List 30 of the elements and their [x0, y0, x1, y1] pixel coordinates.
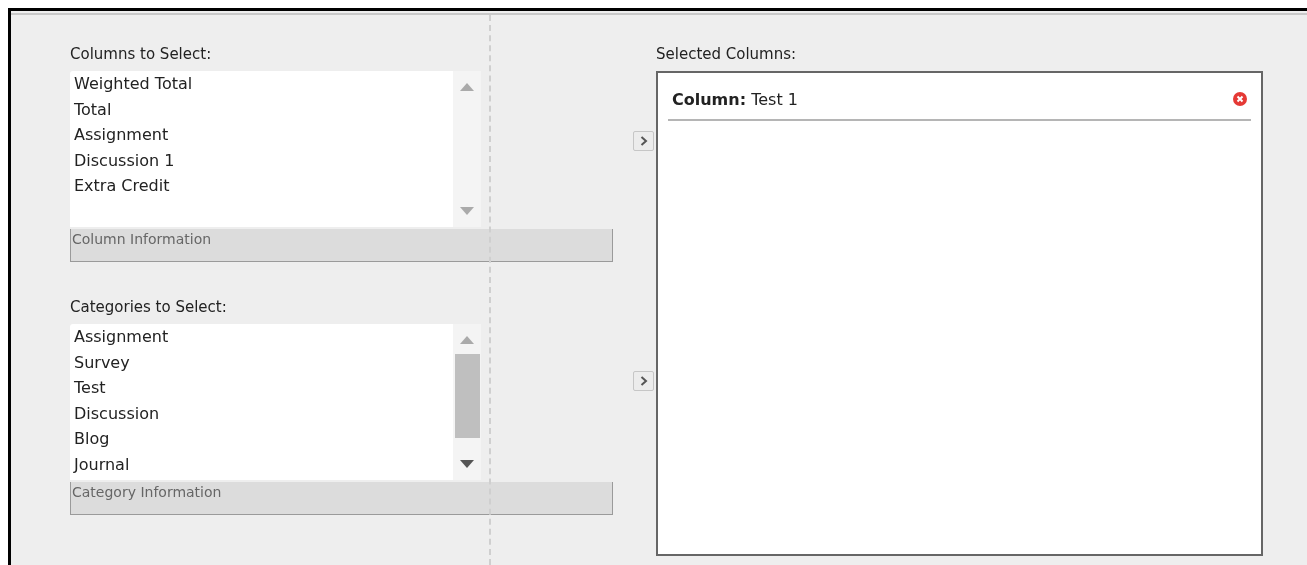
list-item[interactable]: Discussion 1	[74, 147, 449, 173]
chevron-right-icon	[639, 376, 648, 386]
chevron-right-icon	[639, 136, 648, 146]
scroll-up-icon[interactable]	[460, 83, 474, 91]
list-item[interactable]: Weighted Total	[74, 71, 449, 97]
list-item[interactable]: Journal	[74, 451, 449, 477]
scroll-up-icon[interactable]	[460, 336, 474, 344]
list-item[interactable]: Blog	[74, 426, 449, 452]
list-box[interactable]: Assignment Survey Test Discussion Blog Journal	[70, 324, 453, 480]
list-label: Categories to Select:	[70, 297, 228, 318]
list-item[interactable]: Extra Credit	[74, 173, 449, 199]
scrollbar-thumb[interactable]	[455, 354, 480, 438]
info-bar: Category Information	[70, 482, 613, 515]
list-label: Columns to Select:	[70, 44, 213, 65]
info-bar: Column Information	[70, 229, 613, 262]
scrollbar[interactable]	[453, 324, 481, 480]
scroll-down-icon[interactable]	[460, 460, 474, 468]
list-item[interactable]: Assignment	[74, 122, 449, 148]
move-right-button[interactable]	[633, 131, 654, 151]
list-item[interactable]: Assignment	[74, 324, 449, 350]
remove-icon[interactable]	[1233, 92, 1247, 106]
list-item[interactable]: Total	[74, 96, 449, 122]
selected-column-text: Column: Test 1	[672, 89, 798, 109]
list-item[interactable]: Test	[74, 375, 449, 401]
scrollbar[interactable]	[453, 71, 481, 227]
list-box[interactable]: Weighted Total Total Assignment Discussion 1 Extra Credit	[70, 71, 453, 227]
move-right-button[interactable]	[633, 371, 654, 391]
list-item[interactable]: Discussion	[74, 400, 449, 426]
list-label: Selected Columns:	[656, 44, 798, 65]
list-item[interactable]: Survey	[74, 349, 449, 375]
